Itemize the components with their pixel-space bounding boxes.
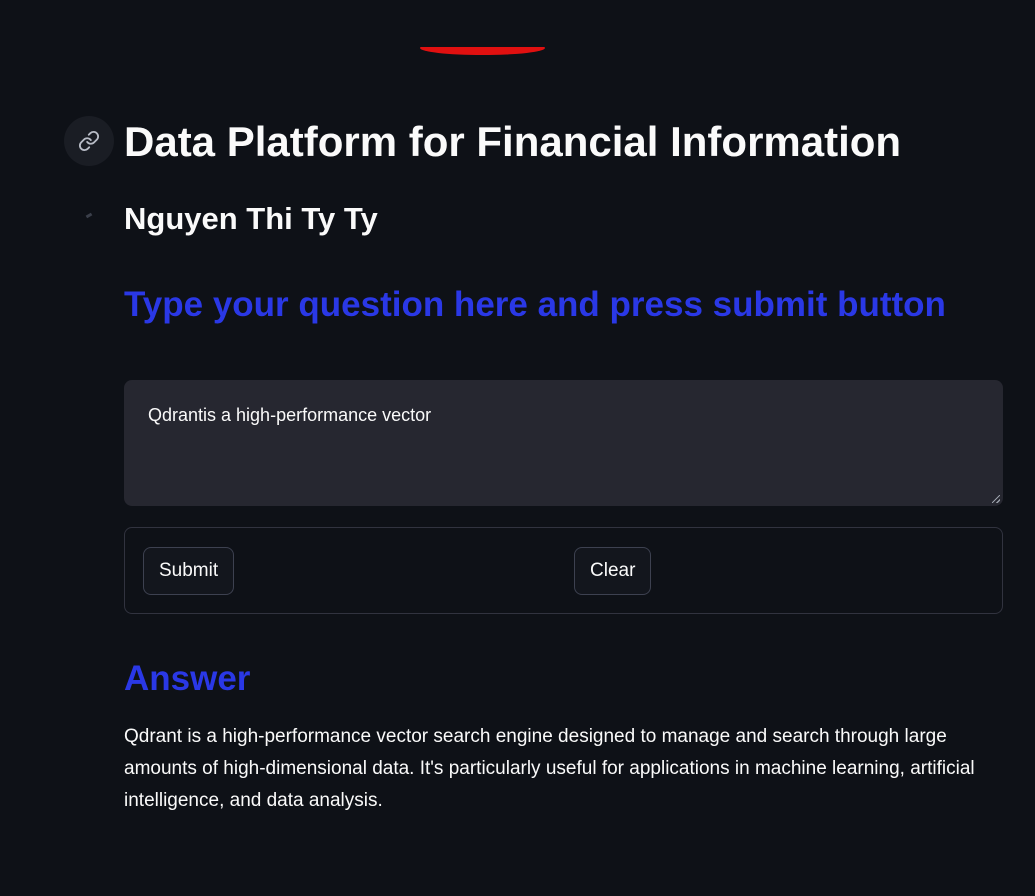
answer-text: Qdrant is a high-performance vector sear…: [124, 726, 975, 811]
decorative-mark: [85, 212, 93, 219]
instruction-heading: Type your question here and press submit…: [124, 285, 946, 324]
clear-button[interactable]: Clear: [574, 547, 652, 595]
page-title: Data Platform for Financial Information: [124, 118, 902, 165]
top-decoration-arc: [420, 47, 545, 56]
link-icon: [78, 130, 100, 152]
answer-heading: Answer: [124, 659, 251, 698]
question-text: Qdrantis a high-performance vector: [148, 405, 432, 425]
question-textarea[interactable]: Qdrantis a high-performance vector: [124, 380, 1003, 506]
form-container: Submit Clear: [124, 527, 1003, 614]
title-anchor-link[interactable]: [64, 116, 114, 166]
app-page: Data Platform for Financial Information …: [0, 0, 1035, 896]
author-name: Nguyen Thi Ty Ty: [124, 201, 378, 236]
resize-handle[interactable]: [992, 495, 1000, 503]
submit-button[interactable]: Submit: [143, 547, 235, 595]
